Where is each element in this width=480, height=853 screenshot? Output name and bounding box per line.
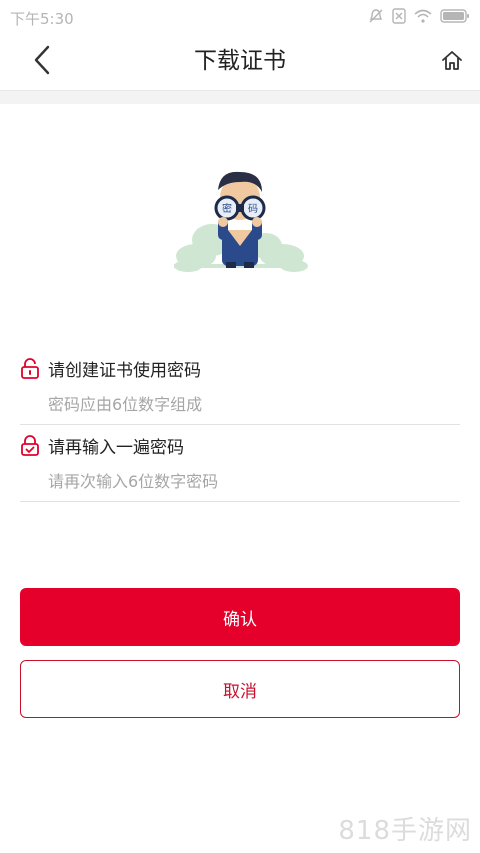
- status-bar: 下午5:30: [0, 0, 480, 34]
- confirm-button[interactable]: 确认: [20, 588, 460, 646]
- lock-check-icon: [20, 435, 40, 461]
- confirm-password-field: 请再输入一遍密码: [20, 432, 460, 502]
- confirm-password-input[interactable]: [20, 466, 460, 496]
- cancel-button[interactable]: 取消: [20, 660, 460, 718]
- header-divider: [0, 90, 480, 104]
- badge-right-text: 码: [248, 203, 258, 215]
- page-title: 下载证书: [194, 48, 286, 74]
- password-input[interactable]: [20, 389, 460, 419]
- badge-left-text: 密: [222, 202, 232, 215]
- sim-icon: [392, 8, 406, 24]
- password-field: 请创建证书使用密码: [20, 355, 460, 425]
- lock-icon: [20, 358, 40, 384]
- status-icons: [368, 8, 470, 24]
- wifi-icon: [414, 9, 432, 23]
- battery-icon: [440, 9, 470, 23]
- nav-bar: 下载证书: [0, 34, 480, 90]
- home-button[interactable]: [436, 46, 468, 78]
- mute-icon: [368, 8, 384, 24]
- watermark: 818手游网: [338, 816, 472, 846]
- password-label: 请创建证书使用密码: [48, 361, 201, 381]
- password-illustration: 密 码: [170, 168, 310, 272]
- confirm-password-label: 请再输入一遍密码: [48, 438, 184, 458]
- home-icon: [441, 49, 463, 75]
- status-time: 下午5:30: [10, 10, 74, 28]
